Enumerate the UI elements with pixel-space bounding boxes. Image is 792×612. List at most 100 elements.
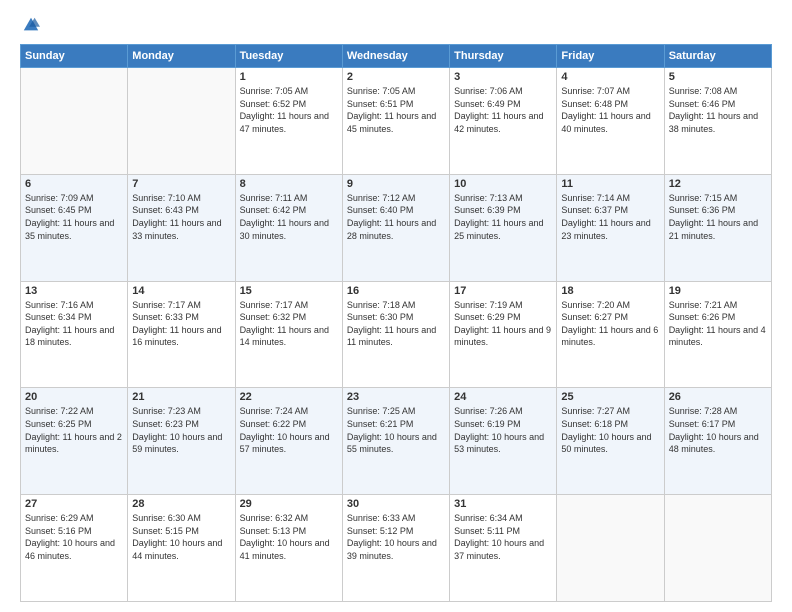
calendar-cell: 26Sunrise: 7:28 AM Sunset: 6:17 PM Dayli… xyxy=(664,388,771,495)
calendar-cell xyxy=(21,68,128,175)
day-number: 28 xyxy=(132,498,230,510)
calendar-cell: 1 Sunrise: 7:05 AM Sunset: 6:52 PM Daylig… xyxy=(235,68,342,175)
weekday-header-monday: Monday xyxy=(128,45,235,68)
calendar-cell: 28 Sunrise: 6:30 AM Sunset: 5:15 PM Dayli… xyxy=(128,495,235,602)
day-number: 16 xyxy=(347,285,445,297)
calendar-cell: 25 Sunrise: 7:27 AM Sunset: 6:18 PM Dayli… xyxy=(557,388,664,495)
calendar-cell xyxy=(557,495,664,602)
calendar-cell: 30Sunrise: 6:33 AM Sunset: 5:12 PM Dayli… xyxy=(342,495,449,602)
calendar-cell: 8 Sunrise: 7:11 AM Sunset: 6:42 PM Daylig… xyxy=(235,174,342,281)
day-number: 9 xyxy=(347,178,445,190)
calendar-cell: 12Sunrise: 7:15 AM Sunset: 6:36 PM Dayli… xyxy=(664,174,771,281)
calendar-cell: 31Sunrise: 6:34 AM Sunset: 5:11 PM Dayli… xyxy=(450,495,557,602)
calendar-cell xyxy=(128,68,235,175)
day-number: 22 xyxy=(240,391,338,403)
day-info: Sunrise: 7:18 AM Sunset: 6:30 PM Dayligh… xyxy=(347,299,445,349)
day-number: 25 xyxy=(561,391,659,403)
day-info: Sunrise: 7:26 AM Sunset: 6:19 PM Dayligh… xyxy=(454,405,552,455)
day-info: Sunrise: 7:22 AM Sunset: 6:25 PM Dayligh… xyxy=(25,405,123,455)
day-info: Sunrise: 7:28 AM Sunset: 6:17 PM Dayligh… xyxy=(669,405,767,455)
calendar-table: SundayMondayTuesdayWednesdayThursdayFrid… xyxy=(20,44,772,602)
calendar-week-row: 27 Sunrise: 6:29 AM Sunset: 5:16 PM Dayli… xyxy=(21,495,772,602)
calendar-cell: 9 Sunrise: 7:12 AM Sunset: 6:40 PM Daylig… xyxy=(342,174,449,281)
calendar-cell: 24 Sunrise: 7:26 AM Sunset: 6:19 PM Dayli… xyxy=(450,388,557,495)
day-info: Sunrise: 7:11 AM Sunset: 6:42 PM Dayligh… xyxy=(240,192,338,242)
day-info: Sunrise: 7:23 AM Sunset: 6:23 PM Dayligh… xyxy=(132,405,230,455)
calendar-cell: 14 Sunrise: 7:17 AM Sunset: 6:33 PM Dayli… xyxy=(128,281,235,388)
day-number: 2 xyxy=(347,71,445,83)
page: SundayMondayTuesdayWednesdayThursdayFrid… xyxy=(0,0,792,612)
day-info: Sunrise: 7:05 AM Sunset: 6:52 PM Dayligh… xyxy=(240,85,338,135)
calendar-cell: 29 Sunrise: 6:32 AM Sunset: 5:13 PM Dayli… xyxy=(235,495,342,602)
day-info: Sunrise: 6:29 AM Sunset: 5:16 PM Dayligh… xyxy=(25,512,123,562)
calendar-cell: 11Sunrise: 7:14 AM Sunset: 6:37 PM Dayli… xyxy=(557,174,664,281)
weekday-header-friday: Friday xyxy=(557,45,664,68)
day-number: 3 xyxy=(454,71,552,83)
calendar-cell: 27 Sunrise: 6:29 AM Sunset: 5:16 PM Dayli… xyxy=(21,495,128,602)
day-info: Sunrise: 7:12 AM Sunset: 6:40 PM Dayligh… xyxy=(347,192,445,242)
weekday-header-wednesday: Wednesday xyxy=(342,45,449,68)
day-info: Sunrise: 7:16 AM Sunset: 6:34 PM Dayligh… xyxy=(25,299,123,349)
calendar-cell: 15Sunrise: 7:17 AM Sunset: 6:32 PM Dayli… xyxy=(235,281,342,388)
day-info: Sunrise: 7:08 AM Sunset: 6:46 PM Dayligh… xyxy=(669,85,767,135)
day-info: Sunrise: 7:20 AM Sunset: 6:27 PM Dayligh… xyxy=(561,299,659,349)
calendar-cell: 16 Sunrise: 7:18 AM Sunset: 6:30 PM Dayli… xyxy=(342,281,449,388)
calendar-week-row: 6 Sunrise: 7:09 AM Sunset: 6:45 PM Daylig… xyxy=(21,174,772,281)
day-number: 1 xyxy=(240,71,338,83)
calendar-week-row: 20 Sunrise: 7:22 AM Sunset: 6:25 PM Dayli… xyxy=(21,388,772,495)
day-info: Sunrise: 7:10 AM Sunset: 6:43 PM Dayligh… xyxy=(132,192,230,242)
calendar-cell: 21 Sunrise: 7:23 AM Sunset: 6:23 PM Dayli… xyxy=(128,388,235,495)
day-info: Sunrise: 6:33 AM Sunset: 5:12 PM Dayligh… xyxy=(347,512,445,562)
day-info: Sunrise: 7:13 AM Sunset: 6:39 PM Dayligh… xyxy=(454,192,552,242)
day-number: 24 xyxy=(454,391,552,403)
day-number: 8 xyxy=(240,178,338,190)
day-info: Sunrise: 7:27 AM Sunset: 6:18 PM Dayligh… xyxy=(561,405,659,455)
weekday-header-saturday: Saturday xyxy=(664,45,771,68)
calendar-week-row: 1 Sunrise: 7:05 AM Sunset: 6:52 PM Daylig… xyxy=(21,68,772,175)
header xyxy=(20,16,772,34)
calendar-cell: 20 Sunrise: 7:22 AM Sunset: 6:25 PM Dayli… xyxy=(21,388,128,495)
day-number: 18 xyxy=(561,285,659,297)
day-number: 4 xyxy=(561,71,659,83)
day-info: Sunrise: 7:05 AM Sunset: 6:51 PM Dayligh… xyxy=(347,85,445,135)
calendar-cell: 2 Sunrise: 7:05 AM Sunset: 6:51 PM Daylig… xyxy=(342,68,449,175)
day-number: 21 xyxy=(132,391,230,403)
day-number: 20 xyxy=(25,391,123,403)
day-info: Sunrise: 7:25 AM Sunset: 6:21 PM Dayligh… xyxy=(347,405,445,455)
day-info: Sunrise: 6:30 AM Sunset: 5:15 PM Dayligh… xyxy=(132,512,230,562)
day-number: 19 xyxy=(669,285,767,297)
calendar-cell: 17Sunrise: 7:19 AM Sunset: 6:29 PM Dayli… xyxy=(450,281,557,388)
weekday-header-row: SundayMondayTuesdayWednesdayThursdayFrid… xyxy=(21,45,772,68)
day-info: Sunrise: 7:19 AM Sunset: 6:29 PM Dayligh… xyxy=(454,299,552,349)
day-number: 5 xyxy=(669,71,767,83)
day-info: Sunrise: 7:06 AM Sunset: 6:49 PM Dayligh… xyxy=(454,85,552,135)
day-number: 27 xyxy=(25,498,123,510)
day-info: Sunrise: 7:21 AM Sunset: 6:26 PM Dayligh… xyxy=(669,299,767,349)
day-number: 31 xyxy=(454,498,552,510)
calendar-cell: 7 Sunrise: 7:10 AM Sunset: 6:43 PM Daylig… xyxy=(128,174,235,281)
calendar-cell: 4 Sunrise: 7:07 AM Sunset: 6:48 PM Daylig… xyxy=(557,68,664,175)
calendar-cell: 19 Sunrise: 7:21 AM Sunset: 6:26 PM Dayli… xyxy=(664,281,771,388)
day-number: 10 xyxy=(454,178,552,190)
day-info: Sunrise: 7:07 AM Sunset: 6:48 PM Dayligh… xyxy=(561,85,659,135)
weekday-header-thursday: Thursday xyxy=(450,45,557,68)
calendar-week-row: 13 Sunrise: 7:16 AM Sunset: 6:34 PM Dayli… xyxy=(21,281,772,388)
day-info: Sunrise: 7:17 AM Sunset: 6:33 PM Dayligh… xyxy=(132,299,230,349)
day-number: 29 xyxy=(240,498,338,510)
calendar-cell: 13 Sunrise: 7:16 AM Sunset: 6:34 PM Dayli… xyxy=(21,281,128,388)
day-number: 7 xyxy=(132,178,230,190)
logo xyxy=(20,16,40,34)
day-number: 13 xyxy=(25,285,123,297)
calendar-cell: 3 Sunrise: 7:06 AM Sunset: 6:49 PM Daylig… xyxy=(450,68,557,175)
day-info: Sunrise: 7:17 AM Sunset: 6:32 PM Dayligh… xyxy=(240,299,338,349)
day-number: 11 xyxy=(561,178,659,190)
calendar-cell: 6 Sunrise: 7:09 AM Sunset: 6:45 PM Daylig… xyxy=(21,174,128,281)
day-number: 14 xyxy=(132,285,230,297)
day-info: Sunrise: 7:09 AM Sunset: 6:45 PM Dayligh… xyxy=(25,192,123,242)
day-number: 12 xyxy=(669,178,767,190)
calendar-cell: 10 Sunrise: 7:13 AM Sunset: 6:39 PM Dayli… xyxy=(450,174,557,281)
weekday-header-sunday: Sunday xyxy=(21,45,128,68)
day-number: 6 xyxy=(25,178,123,190)
calendar-cell: 18 Sunrise: 7:20 AM Sunset: 6:27 PM Dayli… xyxy=(557,281,664,388)
day-info: Sunrise: 6:32 AM Sunset: 5:13 PM Dayligh… xyxy=(240,512,338,562)
